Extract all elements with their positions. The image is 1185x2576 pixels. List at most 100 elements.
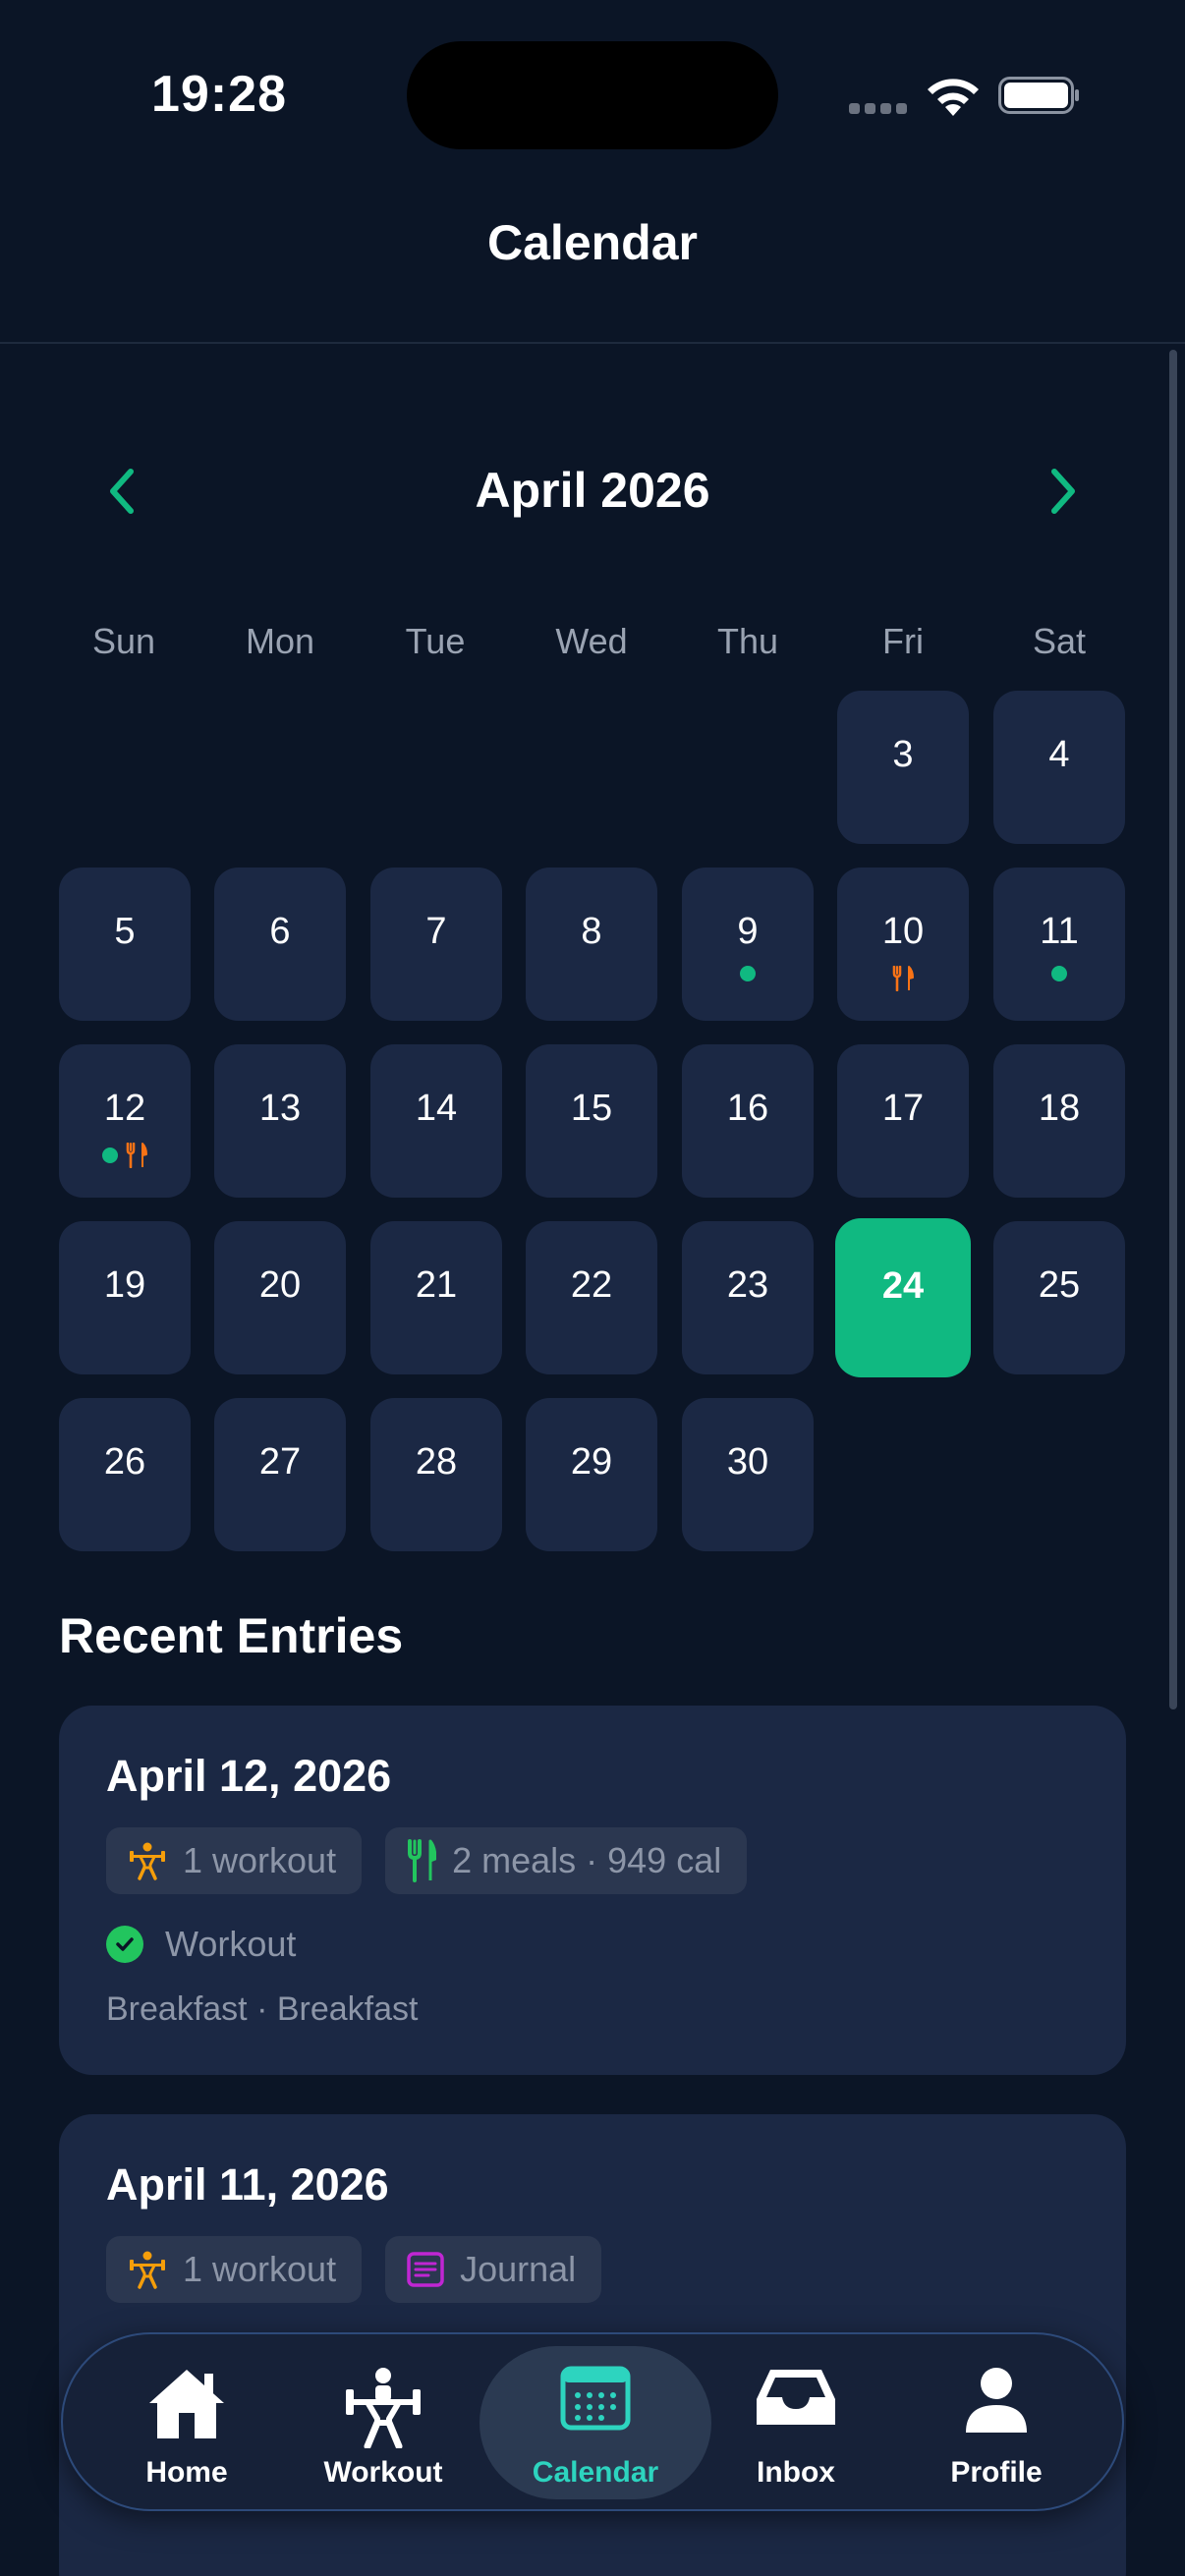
calendar-day-10[interactable]: 10 (837, 868, 969, 1021)
calendar-day-25[interactable]: 25 (993, 1221, 1125, 1374)
workout-count-chip: 1 workout (106, 1827, 363, 1894)
tab-calendar[interactable]: Calendar (480, 2346, 711, 2499)
day-number: 14 (415, 1088, 458, 1129)
fork-knife-icon (408, 1839, 437, 1882)
day-number: 24 (881, 1265, 925, 1307)
workout-status: Workout (106, 1924, 296, 1965)
tab-workout[interactable]: Workout (285, 2346, 481, 2499)
weekday-label: Sat (1032, 621, 1087, 661)
entry-date: April 12, 2026 (106, 1751, 392, 1801)
calendar-day-6[interactable]: 6 (214, 868, 346, 1021)
day-number: 4 (1048, 734, 1070, 775)
calendar-day-3[interactable]: 3 (837, 691, 969, 844)
calendar-day-4[interactable]: 4 (993, 691, 1125, 844)
calendar-day-9[interactable]: 9 (682, 868, 814, 1021)
calendar-day-17[interactable]: 17 (837, 1044, 969, 1198)
entry-card[interactable]: April 12, 2026 1 workout 2 meals · 949 c… (59, 1706, 1126, 2075)
next-month-button[interactable] (1036, 464, 1091, 519)
calendar-day-23[interactable]: 23 (682, 1221, 814, 1374)
meal-summary: Breakfast · Breakfast (106, 1990, 419, 2028)
day-number: 8 (581, 911, 602, 952)
weekday-label: Sun (91, 621, 156, 661)
workout-dot-icon (1051, 966, 1067, 981)
calendar-day-13[interactable]: 13 (214, 1044, 346, 1198)
calendar-day-18[interactable]: 18 (993, 1044, 1125, 1198)
wifi-icon (928, 79, 979, 116)
workout-dot-icon (740, 966, 756, 981)
day-number: 18 (1038, 1088, 1081, 1129)
month-label: April 2026 (475, 463, 710, 518)
fork-knife-icon (892, 966, 914, 991)
workout-count-label: 1 workout (183, 2249, 337, 2289)
calendar-day-30[interactable]: 30 (682, 1398, 814, 1551)
calendar-day-27[interactable]: 27 (214, 1398, 346, 1551)
calendar-day-14[interactable]: 14 (370, 1044, 502, 1198)
journal-chip: Journal (385, 2236, 602, 2303)
day-number: 20 (258, 1264, 302, 1306)
day-number: 26 (103, 1441, 146, 1483)
day-number: 22 (570, 1264, 613, 1306)
tab-bar: Home Workout Calendar Inbox Profile (61, 2332, 1124, 2511)
calendar-day-11[interactable]: 11 (993, 868, 1125, 1021)
calendar-icon (560, 2366, 631, 2431)
person-icon (966, 2368, 1027, 2433)
day-number: 17 (881, 1088, 925, 1129)
day-number: 7 (425, 911, 447, 952)
calendar-day-21[interactable]: 21 (370, 1221, 502, 1374)
calendar-day-12[interactable]: 12 (59, 1044, 191, 1198)
day-number: 28 (415, 1441, 458, 1483)
calendar-day-22[interactable]: 22 (526, 1221, 657, 1374)
workout-status-label: Workout (165, 1924, 297, 1964)
day-markers (682, 966, 814, 981)
tab-label: Calendar (532, 2456, 659, 2489)
month-navigation: April 2026 (0, 452, 1185, 531)
calendar-day-8[interactable]: 8 (526, 868, 657, 1021)
calendar-day-24[interactable]: 24 (835, 1218, 971, 1377)
tab-profile[interactable]: Profile (898, 2346, 1095, 2499)
calendar-day-20[interactable]: 20 (214, 1221, 346, 1374)
day-number: 12 (103, 1088, 146, 1129)
calendar-day-16[interactable]: 16 (682, 1044, 814, 1198)
weekday-label: Wed (555, 621, 628, 661)
day-number: 11 (1040, 911, 1079, 952)
tab-label: Profile (950, 2456, 1043, 2489)
calendar-day-19[interactable]: 19 (59, 1221, 191, 1374)
journal-label: Journal (460, 2249, 577, 2289)
weekday-header: Sun Mon Tue Wed Thu Fri Sat (0, 621, 1185, 670)
workout-count-label: 1 workout (183, 1840, 337, 1880)
meals-chip: 2 meals · 949 cal (385, 1827, 748, 1894)
day-number: 13 (258, 1088, 302, 1129)
day-number: 21 (415, 1264, 458, 1306)
journal-icon (407, 2252, 444, 2287)
dynamic-island (407, 41, 778, 149)
calendar-day-29[interactable]: 29 (526, 1398, 657, 1551)
calendar-day-5[interactable]: 5 (59, 868, 191, 1021)
day-number: 29 (570, 1441, 613, 1483)
day-number: 5 (114, 911, 136, 952)
meals-label: 2 meals · 949 cal (452, 1840, 722, 1880)
day-markers (993, 966, 1125, 981)
inbox-icon (757, 2370, 835, 2425)
calendar-day-15[interactable]: 15 (526, 1044, 657, 1198)
day-number: 3 (892, 734, 914, 775)
weekday-label: Thu (716, 621, 779, 661)
weightlifter-icon (130, 1842, 165, 1880)
weekday-label: Tue (405, 621, 466, 661)
tab-label: Workout (323, 2456, 443, 2489)
status-bar: 19:28 (0, 0, 1185, 196)
tab-home[interactable]: Home (88, 2346, 285, 2499)
scrollbar[interactable] (1169, 350, 1177, 1709)
header-divider (0, 342, 1185, 344)
calendar-day-7[interactable]: 7 (370, 868, 502, 1021)
workout-dot-icon (102, 1148, 118, 1163)
workout-count-chip: 1 workout (106, 2236, 363, 2303)
calendar-day-26[interactable]: 26 (59, 1398, 191, 1551)
day-number: 16 (726, 1088, 769, 1129)
entry-chips: 1 workout 2 meals · 949 cal (106, 1827, 748, 1894)
entry-date: April 11, 2026 (106, 2159, 389, 2210)
status-time: 19:28 (151, 66, 287, 123)
weekday-label: Mon (245, 621, 315, 661)
tab-inbox[interactable]: Inbox (698, 2346, 894, 2499)
calendar-day-28[interactable]: 28 (370, 1398, 502, 1551)
weightlifter-icon (130, 2251, 165, 2289)
